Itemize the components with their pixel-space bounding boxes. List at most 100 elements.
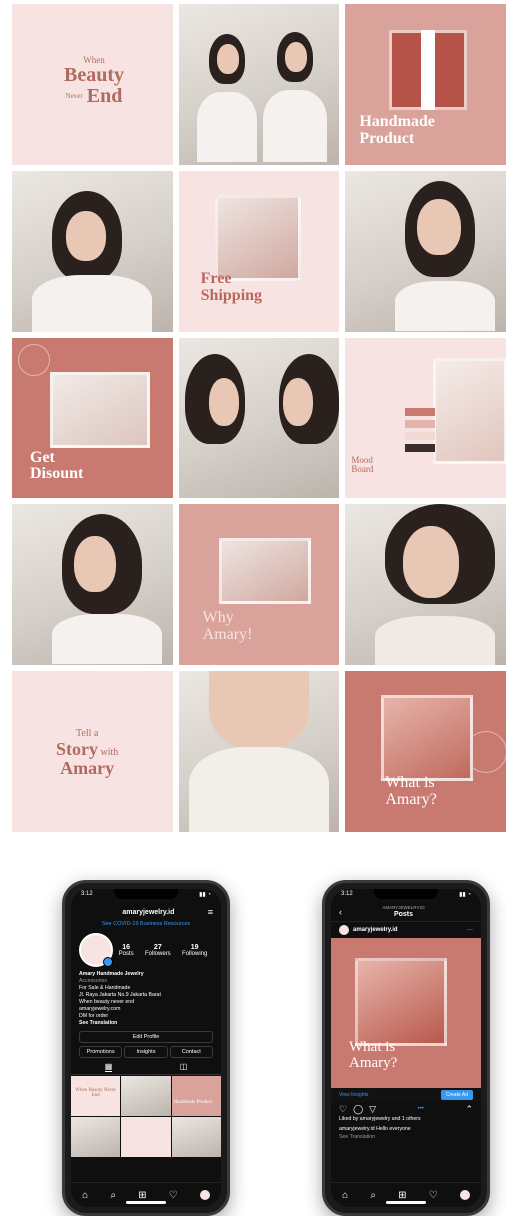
bio-category: Accessories <box>79 978 107 985</box>
grid-post[interactable] <box>71 1117 121 1158</box>
tile-text-line: End <box>86 85 123 108</box>
post-avatar[interactable] <box>339 925 349 935</box>
view-insights-link[interactable]: View Insights <box>339 1092 368 1098</box>
create-ad-button[interactable]: Create Ad <box>440 1090 473 1100</box>
tile-text-line: Free <box>200 269 232 287</box>
phone-profile: 3:12 ▮▮ ◔ amaryjewelry.id ≡ See COVID-19… <box>62 880 230 1216</box>
tile-photo-necklace-closeup[interactable] <box>178 671 340 832</box>
comment-icon[interactable]: ◯ <box>353 1104 363 1115</box>
status-bar: 3:12 ▮▮ ◔ <box>81 891 211 898</box>
grid-post[interactable]: When Beauty Never End <box>71 1076 121 1117</box>
insights-button[interactable]: Insights <box>124 1046 168 1059</box>
home-indicator <box>386 1201 426 1204</box>
header-title: Posts <box>393 910 414 918</box>
tile-photo-hoop-earring[interactable] <box>12 504 173 666</box>
bio-name: Amary Handmade Jewelry <box>79 971 144 977</box>
tile-tell-a-story[interactable]: Tell a Story with Amary <box>12 671 173 832</box>
menu-icon[interactable]: ≡ <box>208 907 213 917</box>
tile-free-shipping[interactable]: Free Shipping <box>178 170 340 332</box>
tile-text-line: Why <box>202 609 234 627</box>
grid-post[interactable] <box>121 1076 171 1117</box>
status-time: 3:12 <box>341 891 353 897</box>
tile-beauty-never-end[interactable]: When Beauty Never End <box>12 4 173 165</box>
grid-post[interactable] <box>171 1117 221 1158</box>
heart-icon[interactable]: ♡ <box>169 1190 178 1201</box>
grid-view-icon[interactable]: ▦ <box>104 1062 113 1073</box>
like-icon[interactable]: ♡ <box>339 1104 347 1115</box>
tile-text-line: Handmade <box>359 113 435 130</box>
tile-text-line: Amary <box>60 757 115 778</box>
tile-photo-woman-mirror[interactable] <box>345 170 506 332</box>
tile-text-line: Disount <box>30 465 84 483</box>
home-icon[interactable]: ⌂ <box>342 1190 348 1201</box>
bio-link[interactable]: amaryjewelry.com <box>79 1006 213 1013</box>
post-username[interactable]: amaryjewelry.id <box>353 927 398 933</box>
profile-username[interactable]: amaryjewelry.id <box>122 909 174 916</box>
avatar[interactable] <box>79 933 113 967</box>
liked-by-text: Liked by amaryjewelry and 1 others <box>339 1116 421 1122</box>
bio-line: For Sale & Handmade <box>79 985 131 992</box>
post-image-photo <box>355 958 447 1046</box>
home-indicator <box>126 1201 166 1204</box>
swatch <box>405 419 436 428</box>
edit-profile-button[interactable]: Edit Profile <box>79 1031 213 1044</box>
share-icon[interactable]: ▽ <box>369 1104 376 1115</box>
tile-photo-two-women[interactable] <box>178 4 340 165</box>
phone-post: 3:12 ▮▮ ◔ ‹ AMARYJEWELRY.ID Posts amaryj… <box>322 880 490 1216</box>
tile-photo-woman-hand-face[interactable] <box>12 170 173 332</box>
search-icon[interactable]: ⌕ <box>110 1190 116 1201</box>
post-caption: amaryjewelry.id Hello everyone <box>339 1126 411 1133</box>
promotions-button[interactable]: Promotions <box>79 1046 123 1059</box>
post-image-text: Amary? <box>349 1054 398 1071</box>
tile-why-amary[interactable]: Why Amary! <box>178 504 340 666</box>
grid-post[interactable]: Handmade Product <box>171 1076 221 1117</box>
see-translation-link[interactable]: See Translation <box>339 1134 473 1141</box>
add-post-icon[interactable]: ⊞ <box>398 1190 406 1201</box>
contact-button[interactable]: Contact <box>169 1046 213 1059</box>
tile-text-line: Never <box>65 92 83 101</box>
search-icon[interactable]: ⌕ <box>370 1190 376 1201</box>
post-screen: 3:12 ▮▮ ◔ ‹ AMARYJEWELRY.ID Posts amaryj… <box>331 889 481 1207</box>
stat-value: 19 <box>190 943 199 951</box>
profile-icon[interactable] <box>199 1190 210 1200</box>
post-image[interactable]: What is Amary? <box>331 938 481 1088</box>
tagged-icon[interactable]: ◫ <box>180 1062 188 1072</box>
carousel-dots: ••• <box>417 1106 424 1112</box>
instagram-grid: When Beauty Never End Handmade Product F… <box>12 4 506 832</box>
stat-posts[interactable]: 16 Posts <box>119 944 134 957</box>
grid-post[interactable] <box>121 1117 171 1158</box>
bio-line: When beauty never end <box>79 999 135 1006</box>
status-bar: 3:12 ▮▮ ◔ <box>341 891 471 898</box>
tile-text-line: Amary? <box>385 790 437 808</box>
tile-text-line: Amary! <box>202 626 253 644</box>
tile-handmade-product[interactable]: Handmade Product <box>345 4 506 165</box>
save-icon[interactable]: ⌃ <box>465 1104 473 1115</box>
tile-photo-earrings-profile[interactable] <box>178 337 340 499</box>
stat-label: Followers <box>144 950 171 957</box>
tile-photo-woman-closeup[interactable] <box>345 504 506 666</box>
status-time: 3:12 <box>81 891 93 897</box>
add-story-icon[interactable] <box>103 957 113 967</box>
stat-following[interactable]: 19 Following <box>182 944 207 957</box>
tile-text-line: Product <box>359 129 415 147</box>
back-icon[interactable]: ‹ <box>339 907 342 917</box>
signal-icon: ▮▮ ◔ <box>459 892 471 898</box>
header-username: AMARYJEWELRY.ID <box>382 904 425 910</box>
profile-screen: 3:12 ▮▮ ◔ amaryjewelry.id ≡ See COVID-19… <box>71 889 221 1207</box>
tile-text-line: with <box>100 746 119 758</box>
profile-post-grid: When Beauty Never End Handmade Product <box>71 1076 221 1158</box>
tile-get-discount[interactable]: Get Disount <box>12 337 173 499</box>
stat-value: 16 <box>122 943 131 951</box>
profile-icon[interactable] <box>459 1190 470 1200</box>
tile-text-line: Shipping <box>200 286 263 304</box>
bio-line: DM for order <box>79 1013 109 1020</box>
tile-what-is-amary[interactable]: What is Amary? <box>345 671 506 832</box>
add-post-icon[interactable]: ⊞ <box>138 1190 146 1201</box>
see-translation-link[interactable]: See Translation <box>79 1020 213 1027</box>
more-options-icon[interactable]: ··· <box>467 927 473 933</box>
heart-icon[interactable]: ♡ <box>429 1190 438 1201</box>
stat-followers[interactable]: 27 Followers <box>145 944 171 957</box>
home-icon[interactable]: ⌂ <box>82 1190 88 1201</box>
tile-mood-board[interactable]: Mood Board <box>345 337 506 499</box>
stat-label: Posts <box>118 950 134 957</box>
